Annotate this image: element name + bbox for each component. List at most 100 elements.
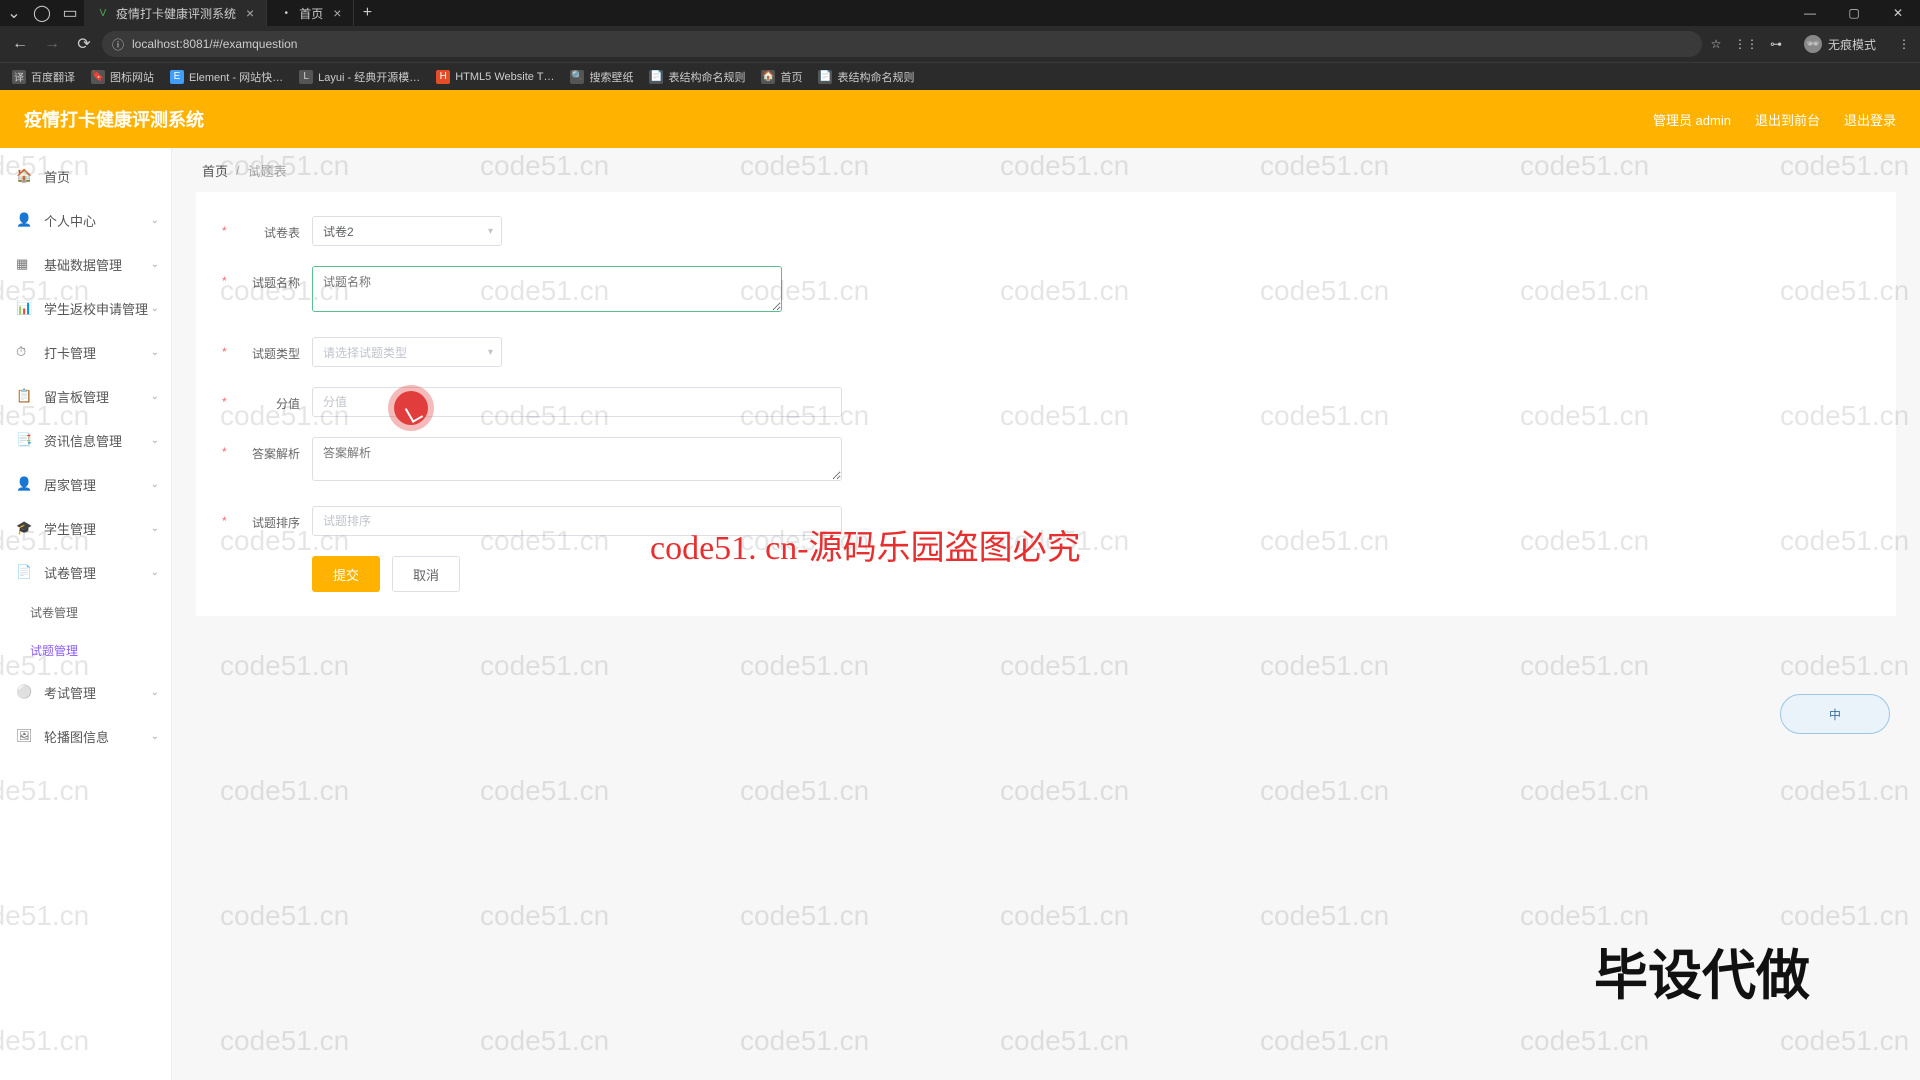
main-content: 首页 / 试题表 试卷表 试卷2 ▾ 试题名称 <box>172 148 1920 1080</box>
cancel-button[interactable]: 取消 <box>392 556 460 592</box>
reload-icon[interactable]: ⟳ <box>70 30 98 58</box>
sidebar-item-checkin[interactable]: ⏱打卡管理⌄ <box>0 330 171 374</box>
browser-titlebar: ⌄ ◯ ▭ V 疫情打卡健康评测系统 × • 首页 × + — ▢ ✕ <box>0 0 1920 26</box>
clock-icon: ⏱ <box>16 344 34 360</box>
select-type-placeholder: 请选择试题类型 <box>323 344 407 361</box>
maximize-icon[interactable]: ▢ <box>1832 0 1876 26</box>
sidebar-item-profile[interactable]: 👤个人中心⌄ <box>0 198 171 242</box>
close-icon[interactable]: × <box>246 5 254 21</box>
input-order[interactable] <box>312 506 842 536</box>
forward-icon: → <box>38 30 66 58</box>
chevron-down-icon: ⌄ <box>151 687 159 698</box>
chevron-down-icon: ⌄ <box>151 479 159 490</box>
sidebar-sub-question[interactable]: 试题管理 <box>0 632 171 670</box>
logout-button[interactable]: 退出登录 <box>1844 110 1896 129</box>
tab-overview-icon[interactable]: ▭ <box>56 0 84 27</box>
user-icon: 👤 <box>16 476 34 492</box>
label-analysis: 答案解析 <box>224 437 300 462</box>
app-header: 疫情打卡健康评测系统 管理员 admin 退出到前台 退出登录 <box>0 90 1920 148</box>
input-score[interactable] <box>312 387 842 417</box>
bookmark-icon: 🔍 <box>570 70 584 84</box>
chevron-down-icon: ⌄ <box>151 347 159 358</box>
sidebar-item-news[interactable]: 📑资讯信息管理⌄ <box>0 418 171 462</box>
app-title: 疫情打卡健康评测系统 <box>24 106 204 132</box>
chevron-down-icon: ⌄ <box>151 215 159 226</box>
sidebar-item-homestay[interactable]: 👤居家管理⌄ <box>0 462 171 506</box>
minimize-icon[interactable]: — <box>1788 0 1832 26</box>
bookmark-item[interactable]: 🔍搜索壁纸 <box>566 67 637 87</box>
bookmark-item[interactable]: 📄表结构命名规则 <box>814 67 918 87</box>
sidebar-item-exam[interactable]: 📄试卷管理⌄ <box>0 550 171 594</box>
select-paper[interactable]: 试卷2 ▾ <box>312 216 502 246</box>
browser-tabs: ⌄ ◯ ▭ V 疫情打卡健康评测系统 × • 首页 × + <box>0 0 380 26</box>
bookmark-item[interactable]: 🔖图标网站 <box>87 67 158 87</box>
select-paper-value: 试卷2 <box>323 223 354 240</box>
submit-button[interactable]: 提交 <box>312 556 380 592</box>
favicon-icon: • <box>279 6 293 20</box>
url-text: localhost:8081/#/examquestion <box>132 37 297 51</box>
browser-tab[interactable]: V 疫情打卡健康评测系统 × <box>84 0 267 26</box>
bookmark-item[interactable]: HHTML5 Website T… <box>432 68 558 86</box>
chevron-down-icon: ▾ <box>488 347 493 358</box>
extensions-icon[interactable]: ⋮⋮ <box>1736 34 1756 54</box>
chevron-down-icon: ⌄ <box>151 303 159 314</box>
chevron-down-icon: ⌄ <box>151 259 159 270</box>
chevron-down-icon: ⌄ <box>151 731 159 742</box>
bookmark-icon: 📄 <box>649 70 663 84</box>
key-icon[interactable]: ⊶ <box>1766 34 1786 54</box>
bookmark-item[interactable]: EElement - 网站快… <box>166 67 287 87</box>
select-type[interactable]: 请选择试题类型 ▾ <box>312 337 502 367</box>
window-controls: — ▢ ✕ <box>1788 0 1920 26</box>
address-bar: ← → ⟳ ⓘ localhost:8081/#/examquestion ☆ … <box>0 26 1920 62</box>
chevron-down-icon: ⌄ <box>151 435 159 446</box>
back-icon[interactable]: ← <box>6 30 34 58</box>
label-score: 分值 <box>224 387 300 412</box>
tab-title: 疫情打卡健康评测系统 <box>116 5 236 22</box>
sidebar-item-basedata[interactable]: ▦基础数据管理⌄ <box>0 242 171 286</box>
chevron-down-icon: ⌄ <box>151 523 159 534</box>
sidebar-item-student[interactable]: 🎓学生管理⌄ <box>0 506 171 550</box>
url-input[interactable]: ⓘ localhost:8081/#/examquestion <box>102 31 1702 57</box>
close-icon[interactable]: × <box>333 5 341 21</box>
sidebar-item-msgboard[interactable]: 📋留言板管理⌄ <box>0 374 171 418</box>
grid-icon: ▦ <box>16 256 34 272</box>
incognito-label: 无痕模式 <box>1828 36 1876 53</box>
back-frontend-button[interactable]: 退出到前台 <box>1755 110 1820 129</box>
bookmark-item[interactable]: 🏠首页 <box>757 67 806 87</box>
sidebar-item-return[interactable]: 📊学生返校申请管理⌄ <box>0 286 171 330</box>
textarea-name[interactable] <box>312 266 782 312</box>
bookmark-item[interactable]: LLayui - 经典开源模… <box>295 67 424 87</box>
sidebar-item-home[interactable]: 🏠首页 <box>0 154 171 198</box>
sidebar-item-carousel[interactable]: 🖼轮播图信息⌄ <box>0 714 171 758</box>
circle-icon: ⚪ <box>16 684 34 700</box>
bookmark-icon: 🔖 <box>91 70 105 84</box>
close-window-icon[interactable]: ✕ <box>1876 0 1920 26</box>
tab-search-icon[interactable]: ◯ <box>28 0 56 27</box>
textarea-analysis[interactable] <box>312 437 842 481</box>
bookmark-icon: E <box>170 70 184 84</box>
home-icon: 🏠 <box>16 168 34 184</box>
chart-icon: 📊 <box>16 300 34 316</box>
menu-icon[interactable]: ⋮ <box>1894 34 1914 54</box>
bookmark-icon: L <box>299 70 313 84</box>
breadcrumb-home[interactable]: 首页 <box>202 161 228 180</box>
incognito-indicator[interactable]: 🕶 无痕模式 <box>1796 35 1884 53</box>
history-dropdown-icon[interactable]: ⌄ <box>0 0 28 27</box>
bookmark-item[interactable]: 译百度翻译 <box>8 67 79 87</box>
star-icon[interactable]: ☆ <box>1706 34 1726 54</box>
browser-tab[interactable]: • 首页 × <box>267 0 354 26</box>
bookmark-item[interactable]: 📄表结构命名规则 <box>645 67 749 87</box>
ime-label: 中 <box>1829 706 1841 723</box>
student-icon: 🎓 <box>16 520 34 536</box>
image-icon: 🖼 <box>16 728 34 744</box>
admin-label[interactable]: 管理员 admin <box>1653 110 1731 129</box>
sidebar-sub-paper[interactable]: 试卷管理 <box>0 594 171 632</box>
sidebar-item-exammgr[interactable]: ⚪考试管理⌄ <box>0 670 171 714</box>
breadcrumb-sep: / <box>236 163 240 178</box>
ime-indicator[interactable]: 中 <box>1780 694 1890 734</box>
new-tab-button[interactable]: + <box>354 4 380 22</box>
site-info-icon[interactable]: ⓘ <box>112 36 124 53</box>
user-icon: 👤 <box>16 212 34 228</box>
bookmark-icon: 📄 <box>818 70 832 84</box>
label-paper: 试卷表 <box>224 216 300 241</box>
